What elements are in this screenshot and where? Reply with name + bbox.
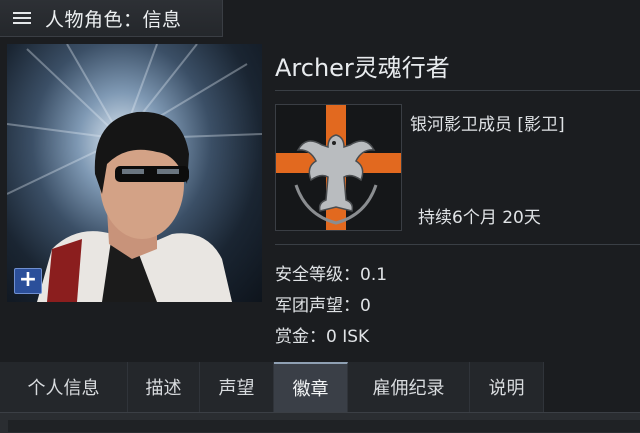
menu-icon[interactable] (13, 11, 31, 25)
membership-duration: 持续6个月 20天 (418, 208, 541, 228)
window-title-bar: 人物角色：信息 (0, 0, 223, 37)
tab-standings[interactable]: 声望 (200, 362, 274, 412)
tab-employment-history[interactable]: 雇佣纪录 (348, 362, 470, 412)
corporation-name[interactable]: 银河影卫成员 [影卫] (410, 110, 565, 135)
tab-personal-info[interactable]: 个人信息 (0, 362, 128, 412)
divider (275, 90, 640, 91)
content-area (8, 420, 640, 432)
tab-description[interactable]: 描述 (128, 362, 200, 412)
window-title: 人物角色：信息 (45, 8, 182, 31)
security-status: 安全等级：0.1 (275, 265, 388, 285)
tab-bar: 个人信息 描述 声望 徽章 雇佣纪录 说明 (0, 362, 640, 412)
corp-standing: 军团声望：0 (275, 296, 371, 316)
divider (275, 244, 640, 245)
character-name: Archer灵魂行者 (275, 54, 450, 82)
tab-notes[interactable]: 说明 (470, 362, 544, 412)
add-portrait-button[interactable]: + (14, 268, 42, 294)
corporation-logo[interactable] (275, 104, 402, 231)
bounty: 赏金：0 ISK (275, 327, 370, 347)
tab-bar-filler (544, 362, 640, 412)
character-portrait[interactable] (7, 44, 262, 302)
tab-medals[interactable]: 徽章 (274, 362, 348, 412)
